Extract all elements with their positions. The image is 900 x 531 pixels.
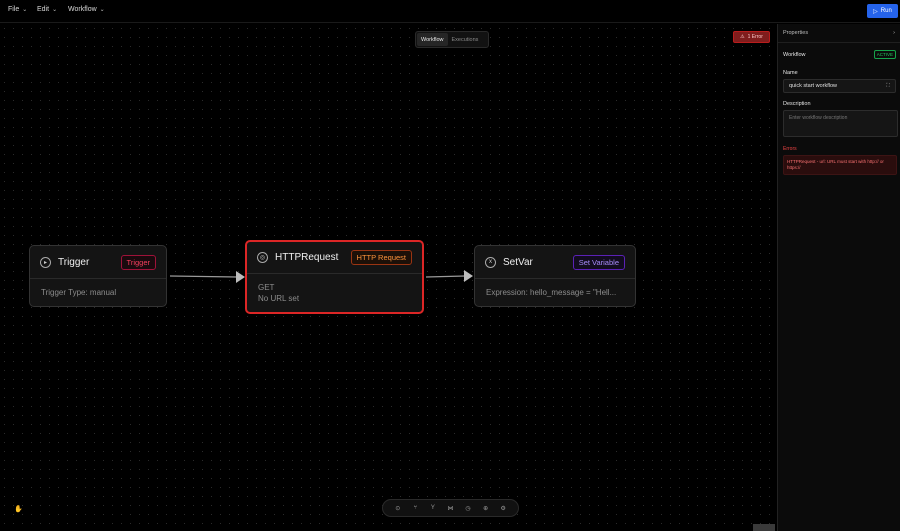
node-header: ◎ HTTPRequest HTTP Request (247, 242, 422, 274)
globe-icon[interactable]: ⊕ (481, 505, 491, 512)
edge-arrowhead (464, 270, 473, 282)
chevron-right-icon[interactable]: › (893, 30, 895, 36)
scrollbar[interactable] (753, 524, 775, 531)
panel-header: Properties › (778, 24, 900, 43)
branch-icon[interactable]: ⑂ (410, 505, 420, 511)
hand-tool-icon[interactable]: ✋ (14, 505, 23, 513)
errors-label: Errors (783, 146, 797, 152)
node-body: Trigger Type: manual (30, 279, 166, 306)
properties-panel: Properties › Workflow ACTIVE Name quick … (777, 24, 900, 531)
node-type-badge: Set Variable (572, 254, 625, 270)
clock-icon[interactable]: ◷ (463, 505, 473, 512)
node-detail: Trigger Type: manual (41, 288, 117, 297)
node-title: HTTPRequest (275, 252, 339, 263)
globe-icon: ◎ (257, 252, 268, 263)
node-http-request[interactable]: ◎ HTTPRequest HTTP Request GET No URL se… (245, 240, 424, 314)
run-button-label: Run (880, 8, 892, 14)
node-header: ▸ Trigger Trigger (30, 246, 166, 279)
play-circle-icon[interactable]: ⊙ (393, 505, 403, 512)
node-title: SetVar (503, 256, 533, 268)
edge-trigger-http (169, 275, 238, 278)
description-field[interactable] (783, 110, 898, 137)
edge-http-setvar (425, 275, 466, 278)
node-type-badge: Trigger (120, 254, 156, 270)
node-expression: Expression: hello_message = "Hell... (486, 288, 617, 297)
error-message: HTTPRequest - url: URL must start with h… (783, 155, 897, 175)
merge-icon[interactable]: ⋈ (445, 505, 455, 512)
node-trigger[interactable]: ▸ Trigger Trigger Trigger Type: manual (29, 245, 167, 307)
panel-title: Properties (783, 30, 809, 36)
edge-arrowhead (236, 271, 245, 283)
canvas-toolbar: ⊙ ⑂ Y ⋈ ◷ ⊕ ⚙ (382, 499, 519, 517)
node-method: GET (258, 283, 275, 292)
node-body: Expression: hello_message = "Hell... (475, 279, 635, 306)
node-setvar[interactable]: x SetVar Set Variable Expression: hello_… (474, 245, 636, 307)
node-type-badge: HTTP Request (350, 250, 412, 265)
name-field[interactable]: quick start workflow ⛶ (783, 79, 896, 93)
node-url: No URL set (258, 294, 300, 303)
node-title: Trigger (58, 256, 90, 268)
description-label: Description (783, 101, 811, 107)
variable-icon: x (485, 256, 496, 268)
node-header: x SetVar Set Variable (475, 246, 635, 279)
expand-icon[interactable]: ⛶ (886, 83, 890, 90)
play-circle-icon: ▸ (40, 256, 51, 268)
play-icon: ▷ (873, 8, 878, 15)
settings-icon[interactable]: ⚙ (498, 505, 508, 512)
section-row: Workflow ACTIVE (778, 50, 900, 59)
node-body: GET No URL set (247, 274, 422, 312)
fork-icon[interactable]: Y (428, 505, 438, 511)
name-value: quick start workflow (789, 83, 837, 89)
section-title: Workflow (783, 51, 806, 58)
name-label: Name (783, 70, 798, 76)
status-badge: ACTIVE (873, 50, 896, 59)
run-button[interactable]: ▷ Run (867, 4, 898, 18)
